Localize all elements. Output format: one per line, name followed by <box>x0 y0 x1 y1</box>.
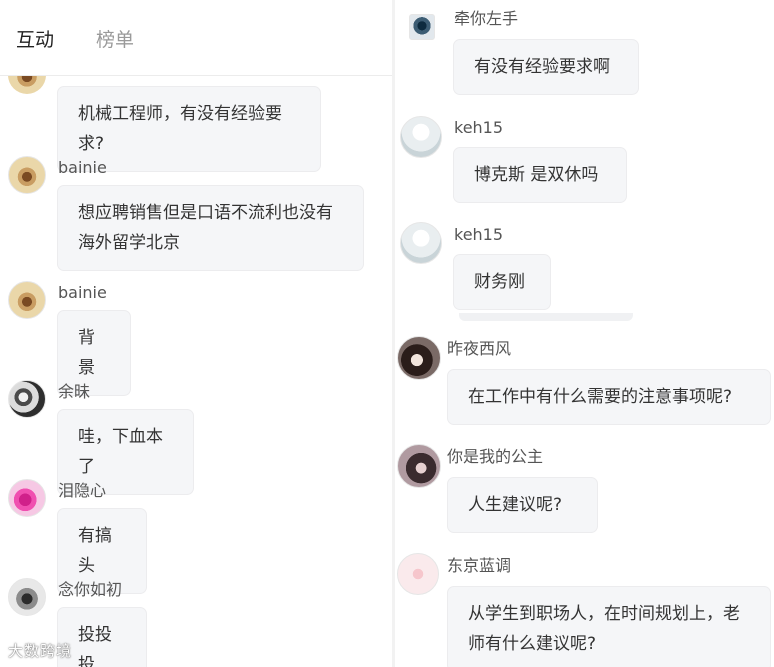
live-chat-screen: 互动 榜单 机械工程师，有没有经验要求? bainie 想应聘销售但是口语不流利… <box>0 0 774 667</box>
message-bubble: 从学生到职场人，在时间规划上，老师有什么建议呢? <box>447 586 771 667</box>
username: 牵你左手 <box>454 9 519 28</box>
message-bubble: 想应聘销售但是口语不流利也没有海外留学北京 <box>57 185 364 271</box>
message-bubble: 有没有经验要求啊 <box>453 39 639 95</box>
username: 念你如初 <box>58 580 123 599</box>
avatar <box>8 380 46 418</box>
message-bubble: 博克斯 是双休吗 <box>453 147 627 203</box>
avatar <box>409 14 435 40</box>
message-bubble: 在工作中有什么需要的注意事项呢? <box>447 369 771 425</box>
avatar <box>397 553 439 595</box>
username: 东京蓝调 <box>447 556 512 575</box>
username: 余昧 <box>58 382 91 401</box>
avatar <box>400 116 442 158</box>
message-bubble: 人生建议呢? <box>447 477 598 533</box>
username: 你是我的公主 <box>447 447 544 466</box>
chat-panel-left: 互动 榜单 机械工程师，有没有经验要求? bainie 想应聘销售但是口语不流利… <box>0 0 392 667</box>
username: keh15 <box>454 225 504 244</box>
avatar <box>8 156 46 194</box>
tab-leaderboard[interactable]: 榜单 <box>96 28 134 52</box>
tab-interaction[interactable]: 互动 <box>16 28 54 52</box>
username: 昨夜西风 <box>447 339 512 358</box>
username: keh15 <box>454 118 504 137</box>
avatar <box>8 281 46 319</box>
message-bubble: 财务刚 <box>453 254 551 310</box>
watermark: 大数跨境 <box>8 642 73 660</box>
username: 泪隐心 <box>58 481 107 500</box>
avatar <box>397 444 441 488</box>
avatar <box>397 336 441 380</box>
username: bainie <box>58 158 107 177</box>
bubble-shadow <box>459 313 633 321</box>
tab-bar: 互动 榜单 <box>0 0 392 76</box>
avatar <box>400 222 442 264</box>
avatar <box>8 479 46 517</box>
username: bainie <box>58 283 107 302</box>
chat-panel-right: 牵你左手 有没有经验要求啊 keh15 博克斯 是双休吗 keh15 财务刚 昨… <box>395 0 774 667</box>
avatar <box>8 578 46 616</box>
